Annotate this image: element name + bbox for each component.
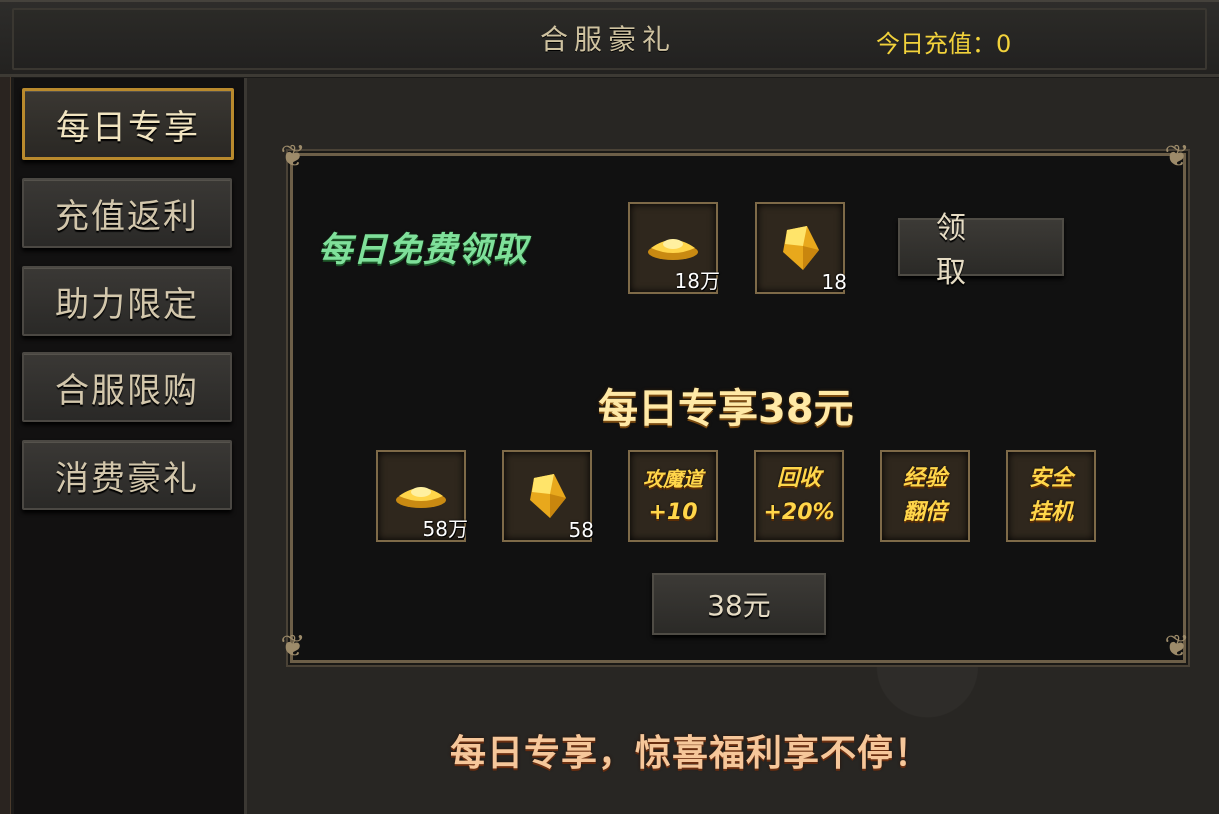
perk-line2: +20% <box>763 500 835 525</box>
reward-slot-gold-ingot[interactable]: 58万 <box>376 450 468 542</box>
perk-line1: 回收 <box>776 466 821 491</box>
perk-line2: 翻倍 <box>902 500 947 525</box>
perk-safe-afk[interactable]: 安全 挂机 <box>1006 450 1096 542</box>
perk-line2: +10 <box>648 500 698 525</box>
sidebar-item-merge-limited-purchase[interactable]: 合服限购 <box>22 352 232 422</box>
yellow-gem-icon <box>783 226 819 270</box>
title-bar: 合服豪礼 今日充值：0 <box>0 0 1219 77</box>
reward-slot-yellow-gem[interactable]: 58 <box>502 450 594 542</box>
corner-ornament-icon: ❦ <box>1164 139 1190 174</box>
reward-quantity: 18 <box>821 270 847 294</box>
package-heading: 每日专享38元 <box>598 386 854 432</box>
reward-slot-gold-ingot[interactable]: 18万 <box>628 202 720 294</box>
sidebar-item-consumption-gift[interactable]: 消费豪礼 <box>22 440 232 510</box>
free-daily-claim-label: 每日免费领取 <box>318 230 528 270</box>
claim-button[interactable]: 领 取 <box>898 211 1064 290</box>
corner-ornament-icon: ❦ <box>280 139 306 174</box>
sidebar-item-recharge-rebate[interactable]: 充值返利 <box>22 178 232 248</box>
sidebar-item-daily-exclusive[interactable]: 每日专享 <box>22 88 234 160</box>
purchase-button[interactable]: 38元 <box>652 573 826 635</box>
today-recharge-label: 今日充值：0 <box>876 30 1012 58</box>
corner-ornament-icon: ❦ <box>1164 629 1190 664</box>
sidebar: 每日专享 充值返利 助力限定 合服限购 消费豪礼 <box>14 78 247 814</box>
gold-ingot-icon <box>648 239 698 260</box>
perk-double-exp[interactable]: 经验 翻倍 <box>880 450 970 542</box>
corner-ornament-icon: ❦ <box>280 629 306 664</box>
reward-quantity: 58万 <box>422 517 468 541</box>
window-title: 合服豪礼 <box>540 23 677 56</box>
yellow-gem-icon <box>530 474 566 518</box>
perk-recycle-bonus[interactable]: 回收 +20% <box>754 450 844 542</box>
reward-quantity: 18万 <box>674 269 720 293</box>
reward-slot-yellow-gem[interactable]: 18 <box>755 202 847 294</box>
perk-line1: 经验 <box>902 466 947 491</box>
perk-line2: 挂机 <box>1028 500 1073 525</box>
sidebar-item-assist-limited[interactable]: 助力限定 <box>22 266 232 336</box>
gold-ingot-icon <box>396 487 446 508</box>
slogan-text: 每日专享，惊喜福利享不停！ <box>450 733 932 774</box>
perk-line1: 安全 <box>1028 466 1073 491</box>
perk-attack-bonus[interactable]: 攻魔道 +10 <box>628 450 718 542</box>
perk-line1: 攻魔道 <box>643 467 703 491</box>
reward-quantity: 58 <box>568 518 594 542</box>
window-frame-edge <box>0 0 11 814</box>
